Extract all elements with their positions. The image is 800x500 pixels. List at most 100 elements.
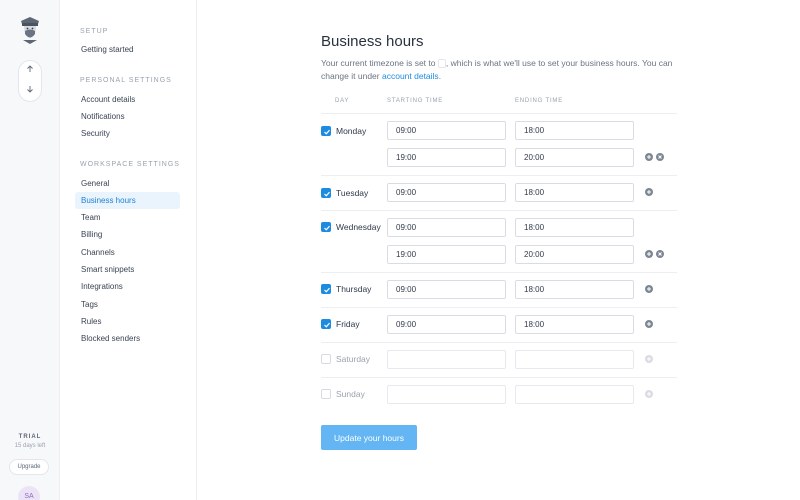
nav-item-tags[interactable]: Tags <box>75 296 180 313</box>
plus-icon <box>647 155 651 159</box>
wednesday-add-slot-button[interactable] <box>645 250 653 258</box>
trial-info: TRIAL 15 days left <box>0 434 60 449</box>
nav-item-notifications[interactable]: Notifications <box>75 108 180 125</box>
column-header-end: ENDING TIME <box>515 98 564 104</box>
tuesday-slot1-end-input[interactable] <box>515 183 634 202</box>
plus-icon <box>647 357 651 361</box>
avatar[interactable]: SA <box>18 486 40 500</box>
nav-item-billing[interactable]: Billing <box>75 226 180 243</box>
check-icon <box>324 322 330 328</box>
nav-item-security[interactable]: Security <box>75 125 180 142</box>
wednesday-slot2-end-input[interactable] <box>515 245 634 264</box>
nav-heading-workspace: WORKSPACE SETTINGS <box>80 161 180 168</box>
day-label-sunday: Sunday <box>336 389 365 399</box>
wednesday-remove-slot-button[interactable] <box>656 250 664 258</box>
timezone-chip <box>437 59 446 69</box>
close-icon <box>658 155 662 159</box>
update-hours-button[interactable]: Update your hours <box>321 425 417 450</box>
monday-slot1-start-input[interactable] <box>387 121 506 140</box>
monday-slot2-start-input[interactable] <box>387 148 506 167</box>
trial-days-left: 15 days left <box>14 443 46 449</box>
check-icon <box>324 129 330 135</box>
nav-item-getting-started[interactable]: Getting started <box>75 41 180 58</box>
monday-add-slot-button[interactable] <box>645 153 653 161</box>
saturday-checkbox[interactable] <box>321 354 331 364</box>
plus-icon <box>647 322 651 326</box>
plus-icon <box>647 287 651 291</box>
wednesday-slot1-end-input[interactable] <box>515 218 634 237</box>
tuesday-checkbox[interactable] <box>321 188 331 198</box>
nav-item-general[interactable]: General <box>75 175 180 192</box>
day-label-friday: Friday <box>336 319 360 329</box>
nav-item-rules[interactable]: Rules <box>75 313 180 330</box>
saturday-slot1-start-input[interactable] <box>387 350 506 369</box>
monday-remove-slot-button[interactable] <box>656 153 664 161</box>
sunday-add-slot-button[interactable] <box>645 390 653 398</box>
account-details-link[interactable]: account details <box>382 71 439 81</box>
monday-checkbox[interactable] <box>321 126 331 136</box>
app-rail: TRIAL 15 days left Upgrade SA <box>0 0 60 500</box>
thursday-slot1-end-input[interactable] <box>515 280 634 299</box>
divider <box>321 342 677 343</box>
close-icon <box>658 252 662 256</box>
sunday-checkbox[interactable] <box>321 389 331 399</box>
upgrade-button[interactable]: Upgrade <box>9 459 49 475</box>
check-icon <box>324 191 330 197</box>
friday-checkbox[interactable] <box>321 319 331 329</box>
desc-text-end: . <box>438 71 442 81</box>
nav-item-integrations[interactable]: Integrations <box>75 278 180 295</box>
logo-icon <box>21 17 39 44</box>
divider <box>321 307 677 308</box>
plus-icon <box>647 252 651 256</box>
nav-item-account-details[interactable]: Account details <box>75 91 180 108</box>
divider <box>321 210 677 211</box>
conversation-nav <box>18 60 42 102</box>
day-label-monday: Monday <box>336 126 367 136</box>
day-label-thursday: Thursday <box>336 284 372 294</box>
column-header-start: STARTING TIME <box>387 98 444 104</box>
nav-item-channels[interactable]: Channels <box>75 244 180 261</box>
arrow-up-icon[interactable] <box>19 61 41 81</box>
page-description: Your current timezone is set to , which … <box>321 57 681 83</box>
nav-item-blocked-senders[interactable]: Blocked senders <box>75 330 180 347</box>
divider <box>321 377 677 378</box>
check-icon <box>324 287 330 293</box>
main-content: Business hours Your current timezone is … <box>197 0 800 500</box>
day-label-tuesday: Tuesday <box>336 188 369 198</box>
sunday-slot1-end-input[interactable] <box>515 385 634 404</box>
thursday-checkbox[interactable] <box>321 284 331 294</box>
tuesday-add-slot-button[interactable] <box>645 188 653 196</box>
friday-add-slot-button[interactable] <box>645 320 653 328</box>
trial-label: TRIAL <box>18 434 42 440</box>
settings-sidebar: SETUP Getting started PERSONAL SETTINGS … <box>60 0 197 500</box>
divider <box>321 272 677 273</box>
divider <box>321 113 677 114</box>
saturday-slot1-end-input[interactable] <box>515 350 634 369</box>
page-title: Business hours <box>321 33 424 50</box>
wednesday-slot1-start-input[interactable] <box>387 218 506 237</box>
nav-heading-personal: PERSONAL SETTINGS <box>80 77 172 84</box>
column-header-day: DAY <box>335 98 350 104</box>
monday-slot1-end-input[interactable] <box>515 121 634 140</box>
sunday-slot1-start-input[interactable] <box>387 385 506 404</box>
plus-icon <box>647 392 651 396</box>
arrow-down-icon[interactable] <box>19 81 41 101</box>
nav-heading-setup: SETUP <box>80 28 109 35</box>
check-icon <box>324 225 330 231</box>
thursday-slot1-start-input[interactable] <box>387 280 506 299</box>
day-label-saturday: Saturday <box>336 354 371 364</box>
divider <box>321 175 677 176</box>
day-label-wednesday: Wednesday <box>336 222 381 232</box>
monday-slot2-end-input[interactable] <box>515 148 634 167</box>
saturday-add-slot-button[interactable] <box>645 355 653 363</box>
nav-item-team[interactable]: Team <box>75 209 180 226</box>
nav-item-business-hours[interactable]: Business hours <box>75 192 180 209</box>
nav-item-smart-snippets[interactable]: Smart snippets <box>75 261 180 278</box>
friday-slot1-end-input[interactable] <box>515 315 634 334</box>
thursday-add-slot-button[interactable] <box>645 285 653 293</box>
wednesday-checkbox[interactable] <box>321 222 331 232</box>
plus-icon <box>647 190 651 194</box>
friday-slot1-start-input[interactable] <box>387 315 506 334</box>
tuesday-slot1-start-input[interactable] <box>387 183 506 202</box>
wednesday-slot2-start-input[interactable] <box>387 245 506 264</box>
